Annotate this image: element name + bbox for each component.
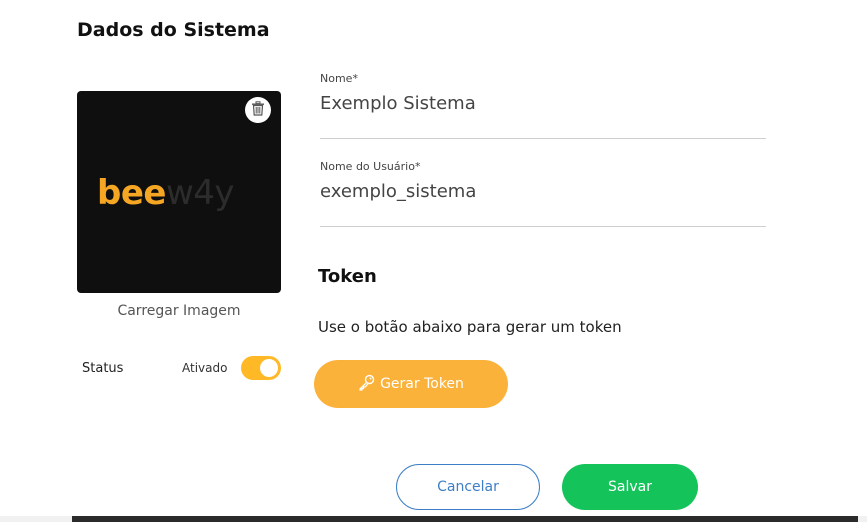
token-title: Token [318, 266, 377, 287]
delete-image-button[interactable] [245, 97, 271, 123]
status-label: Status [82, 361, 124, 376]
upload-image-link[interactable]: Carregar Imagem [77, 303, 281, 319]
system-image-preview: beew4y [77, 91, 281, 293]
generate-token-button[interactable]: Gerar Token [314, 360, 508, 408]
token-description: Use o botão abaixo para gerar um token [318, 318, 622, 336]
trash-icon [251, 100, 265, 120]
save-button[interactable]: Salvar [562, 464, 698, 510]
logo-part-1: bee [97, 173, 166, 213]
nome-field: Nome* [320, 72, 766, 139]
beew4y-logo: beew4y [97, 173, 235, 213]
usuario-label: Nome do Usuário* [320, 160, 421, 173]
status-toggle[interactable] [241, 356, 281, 380]
key-icon [358, 373, 376, 395]
toggle-knob [260, 359, 278, 377]
usuario-field: Nome do Usuário* [320, 160, 766, 227]
status-value: Ativado [182, 361, 228, 375]
nome-input[interactable] [320, 93, 766, 114]
section-title: Dados do Sistema [77, 19, 270, 41]
horizontal-scrollbar-thumb[interactable] [72, 516, 858, 522]
usuario-input[interactable] [320, 181, 766, 202]
logo-part-2: w4y [165, 173, 235, 213]
cancel-button[interactable]: Cancelar [396, 464, 540, 510]
generate-token-label: Gerar Token [380, 376, 464, 392]
nome-label: Nome* [320, 72, 358, 85]
